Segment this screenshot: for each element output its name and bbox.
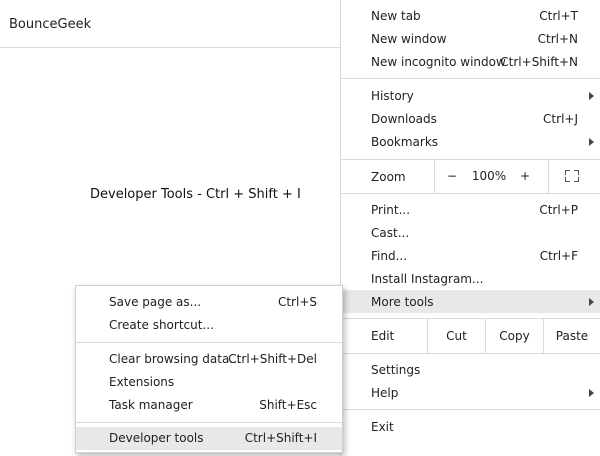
copy-label: Copy (499, 329, 530, 343)
menu-item-label: Settings (371, 362, 421, 377)
paste-button[interactable]: Paste (543, 319, 600, 353)
menu-item-shortcut: Ctrl+Shift+N (500, 54, 578, 69)
submenu-item-label: Task manager (109, 398, 193, 412)
menu-item-label: Cast... (371, 225, 410, 240)
submenu-arrow-icon (589, 137, 594, 146)
zoom-out-button[interactable]: − (442, 169, 462, 183)
submenu-item-label: Developer tools (109, 431, 204, 445)
edit-row: Edit Cut Copy Paste (341, 319, 600, 353)
menu-item-shortcut: Ctrl+F (539, 248, 578, 263)
menu-item-label: Install Instagram... (371, 271, 484, 286)
menu-item-label: Exit (371, 419, 394, 434)
edit-label: Edit (371, 329, 395, 343)
submenu-item-create-shortcut[interactable]: Create shortcut... (76, 314, 342, 337)
menu-item-settings[interactable]: Settings (341, 358, 600, 381)
submenu-separator (76, 422, 342, 423)
menu-item-label: Find... (371, 248, 408, 263)
menu-item-more-tools[interactable]: More tools (341, 290, 600, 313)
site-header: BounceGeek (0, 0, 340, 48)
menu-item-new-tab[interactable]: New tab Ctrl+T (341, 4, 600, 27)
menu-item-shortcut: Ctrl+T (539, 8, 578, 23)
submenu-item-shortcut: Ctrl+S (277, 295, 317, 309)
menu-item-find[interactable]: Find... Ctrl+F (341, 244, 600, 267)
menu-item-label: New incognito window (371, 54, 506, 69)
copy-button[interactable]: Copy (485, 319, 543, 353)
chrome-main-menu: New tab Ctrl+T New window Ctrl+N New inc… (340, 0, 600, 456)
menu-item-help[interactable]: Help (341, 381, 600, 404)
menu-separator (341, 193, 600, 194)
submenu-item-label: Clear browsing data... (109, 352, 241, 366)
menu-item-new-window[interactable]: New window Ctrl+N (341, 27, 600, 50)
menu-item-shortcut: Ctrl+J (543, 111, 578, 126)
menu-item-bookmarks[interactable]: Bookmarks (341, 130, 600, 153)
fullscreen-icon (565, 170, 579, 182)
menu-separator (341, 78, 600, 79)
menu-item-label: History (371, 88, 414, 103)
menu-item-label: More tools (371, 294, 434, 309)
submenu-item-label: Extensions (109, 375, 175, 389)
submenu-item-shortcut: Shift+Esc (259, 398, 317, 412)
menu-item-label: Help (371, 385, 399, 400)
submenu-item-clear-browsing-data[interactable]: Clear browsing data... Ctrl+Shift+Del (76, 348, 342, 371)
menu-item-label: Bookmarks (371, 134, 439, 149)
submenu-item-label: Save page as... (109, 295, 202, 309)
menu-item-label: Print... (371, 202, 411, 217)
submenu-item-task-manager[interactable]: Task manager Shift+Esc (76, 394, 342, 417)
submenu-arrow-icon (589, 91, 594, 100)
submenu-item-save-page[interactable]: Save page as... Ctrl+S (76, 291, 342, 314)
menu-item-shortcut: Ctrl+P (539, 202, 578, 217)
menu-item-history[interactable]: History (341, 84, 600, 107)
menu-item-label: Downloads (371, 111, 437, 126)
zoom-in-button[interactable]: + (515, 169, 535, 183)
page-caption: Developer Tools - Ctrl + Shift + I (90, 187, 301, 202)
submenu-arrow-icon (589, 388, 594, 397)
zoom-label: Zoom (371, 170, 406, 184)
submenu-item-shortcut: Ctrl+Shift+Del (228, 352, 317, 366)
menu-item-label: New tab (371, 8, 421, 23)
menu-separator (341, 409, 600, 410)
menu-item-new-incognito-window[interactable]: New incognito window Ctrl+Shift+N (341, 50, 600, 73)
menu-separator (341, 353, 600, 354)
submenu-separator (76, 342, 342, 343)
site-title: BounceGeek (9, 17, 92, 32)
menu-item-downloads[interactable]: Downloads Ctrl+J (341, 107, 600, 130)
menu-item-shortcut: Ctrl+N (537, 31, 578, 46)
menu-item-label: New window (371, 31, 447, 46)
submenu-arrow-icon (589, 297, 594, 306)
paste-label: Paste (555, 329, 589, 343)
more-tools-submenu: Save page as... Ctrl+S Create shortcut..… (75, 285, 343, 453)
menu-item-install-instagram[interactable]: Install Instagram... (341, 267, 600, 290)
menu-item-print[interactable]: Print... Ctrl+P (341, 198, 600, 221)
submenu-item-shortcut: Ctrl+Shift+I (244, 431, 317, 445)
zoom-level: 100% (471, 169, 507, 183)
submenu-item-label: Create shortcut... (109, 318, 214, 332)
menu-item-exit[interactable]: Exit (341, 415, 600, 438)
menu-item-cast[interactable]: Cast... (341, 221, 600, 244)
zoom-row: Zoom − 100% + (341, 160, 600, 193)
cut-button[interactable]: Cut (427, 319, 485, 353)
cut-label: Cut (446, 329, 467, 343)
submenu-item-developer-tools[interactable]: Developer tools Ctrl+Shift+I (76, 427, 342, 450)
submenu-item-extensions[interactable]: Extensions (76, 371, 342, 394)
